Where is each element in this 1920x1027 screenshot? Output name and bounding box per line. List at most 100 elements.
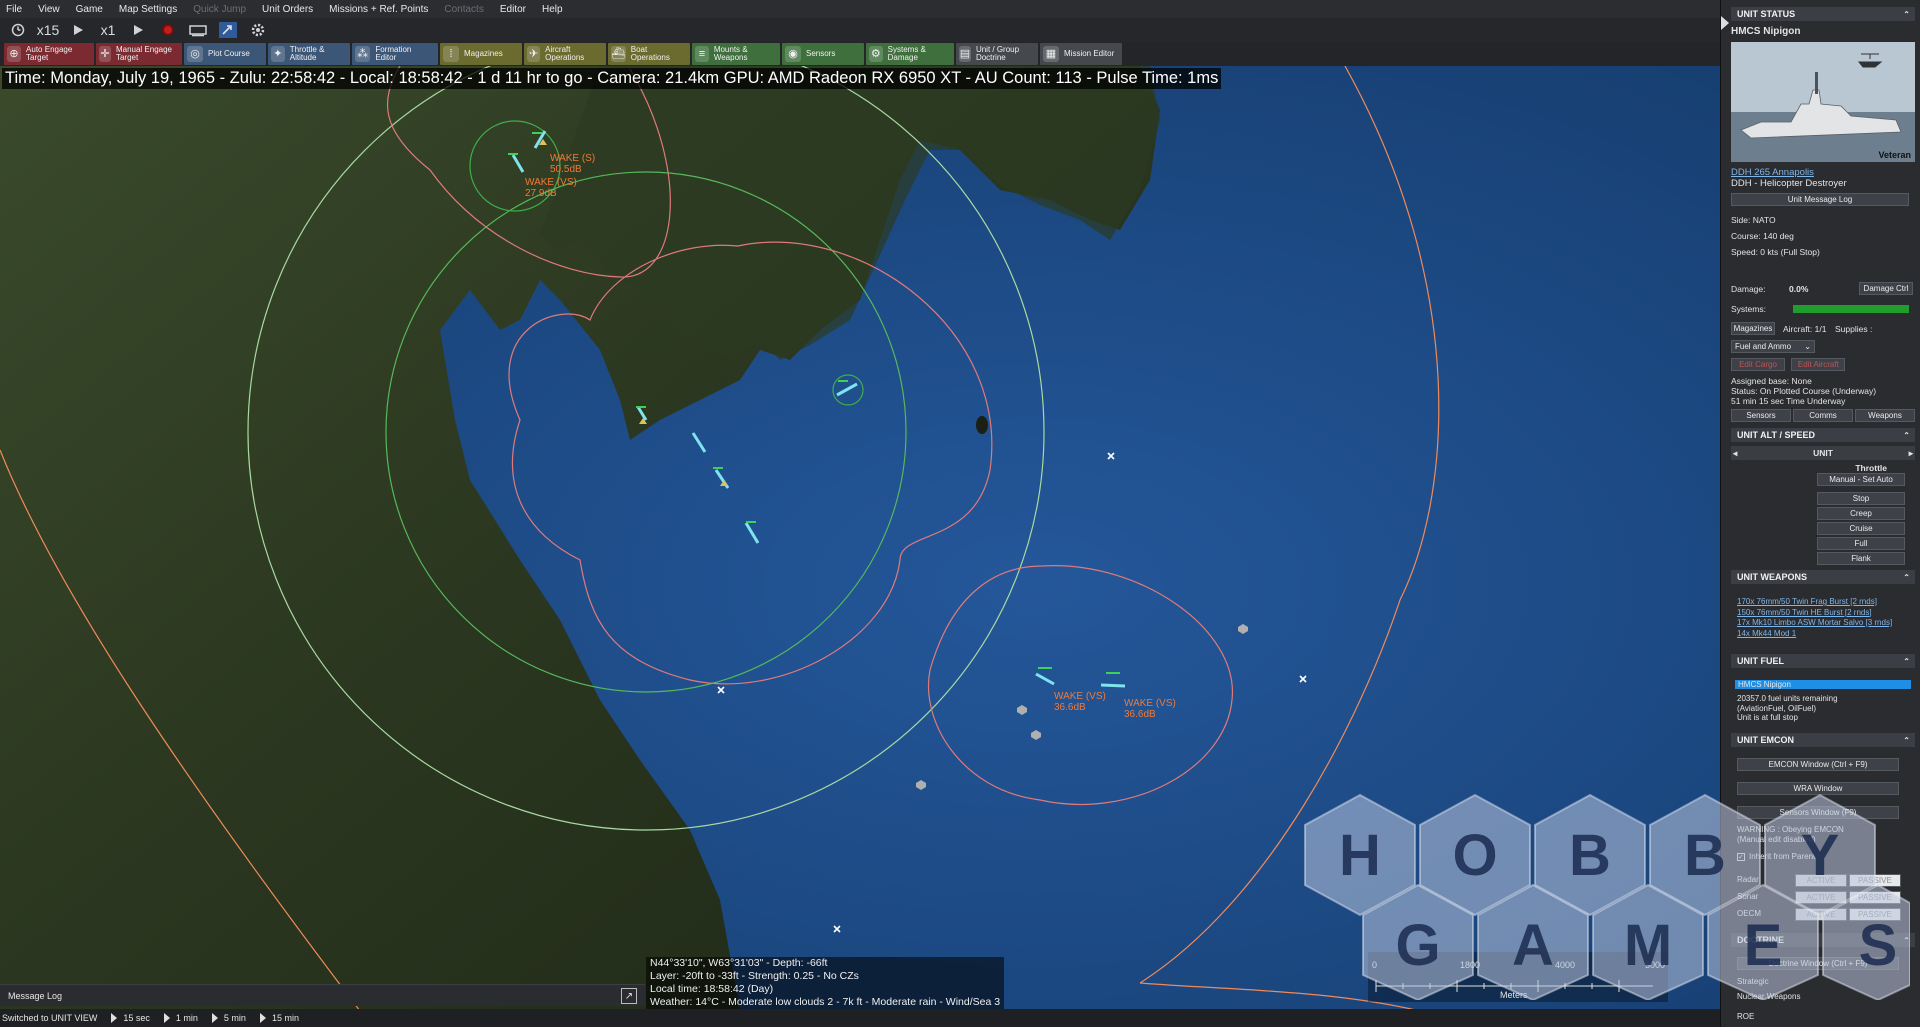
menu-editor[interactable]: Editor xyxy=(500,4,526,15)
weapon-entry[interactable]: 150x 76mm/50 Twin HE Burst [2 rnds] xyxy=(1737,608,1915,619)
map-scale-bar: 0 1800 4000 5000 Meters xyxy=(1368,952,1668,1002)
auto-engage-button[interactable]: ⊕ Auto Engage Target xyxy=(4,43,94,65)
supplies-select[interactable]: Fuel and Ammo ⌄ xyxy=(1731,340,1815,353)
play-icon xyxy=(211,1013,218,1024)
step-play-icon[interactable] xyxy=(126,20,150,40)
plot-course-button[interactable]: ◎ Plot Course xyxy=(184,43,266,65)
doctrine-header[interactable]: DOCTRINE ⌃ xyxy=(1731,933,1915,947)
menu-game[interactable]: Game xyxy=(76,4,103,15)
weapon-entry[interactable]: 17x Mk10 Limbo ASW Mortar Salvo [3 rnds] xyxy=(1737,618,1915,629)
magazines-row: Magazines Aircraft: 1/1 Supplies : xyxy=(1731,322,1915,335)
view-status: Switched to UNIT VIEW xyxy=(2,1013,98,1023)
sensors-window-button[interactable]: Sensors Window (F9) xyxy=(1737,806,1899,819)
emcon-window-button[interactable]: EMCON Window (Ctrl + F9) xyxy=(1737,758,1899,771)
emcon-table: Radar ACTIVE PASSIVE Sonar ACTIVE PASSIV… xyxy=(1737,874,1913,925)
mounts-weapons-button[interactable]: ≡ Mounts & Weapons xyxy=(692,43,780,65)
scale-tick-label: 5000 xyxy=(1645,960,1666,970)
oecm-active-toggle[interactable]: ACTIVE xyxy=(1795,908,1847,921)
systems-damage-button[interactable]: ⚙ Systems & Damage xyxy=(866,43,954,65)
chevron-right-icon[interactable]: ▸ xyxy=(1909,446,1913,460)
time-step-15min[interactable]: 15 min xyxy=(259,1013,299,1024)
expand-icon[interactable]: ↗ xyxy=(621,988,637,1004)
weapon-entry[interactable]: 14x Mk44 Mod 1 xyxy=(1737,629,1915,640)
time-step-15sec[interactable]: 15 sec xyxy=(111,1013,150,1024)
app-window: File View Game Map Settings Quick Jump U… xyxy=(0,0,1920,1027)
aircraft-operations-button[interactable]: ✈ Aircraft Operations xyxy=(524,43,606,65)
inherit-row: ✓ Inherit from Parent xyxy=(1737,852,1816,861)
tab-sensors[interactable]: Sensors xyxy=(1731,409,1791,422)
sonar-active-toggle[interactable]: ACTIVE xyxy=(1795,891,1847,904)
doctrine-window-button[interactable]: Doctrine Window (Ctrl + F9) xyxy=(1737,957,1899,970)
weapon-entry[interactable]: 170x 76mm/50 Twin Frag Burst [2 rnds] xyxy=(1737,597,1915,608)
throttle-creep-button[interactable]: Creep xyxy=(1817,507,1905,520)
tactical-map[interactable]: WAKE (S) 50.5dB WAKE (VS) 27.9dB WAKE (V… xyxy=(0,66,1720,1011)
compression-fast-label[interactable]: x15 xyxy=(36,20,60,40)
menu-unit-orders[interactable]: Unit Orders xyxy=(262,4,313,15)
menu-map-settings[interactable]: Map Settings xyxy=(119,4,177,15)
unit-message-log-button[interactable]: Unit Message Log xyxy=(1731,193,1909,206)
throttle-full-button[interactable]: Full xyxy=(1817,537,1905,550)
chevron-left-icon[interactable]: ◂ xyxy=(1733,446,1737,460)
boat-operations-button[interactable]: ⛴ Boat Operations xyxy=(608,43,690,65)
sensors-button[interactable]: ◉ Sensors xyxy=(782,43,864,65)
collapse-icon[interactable]: ⌃ xyxy=(1903,431,1910,440)
formation-editor-button[interactable]: ⁂ Formation Editor xyxy=(352,43,438,65)
collapse-icon[interactable]: ⌃ xyxy=(1903,936,1910,945)
alt-speed-header[interactable]: UNIT ALT / SPEED ⌃ xyxy=(1731,428,1915,442)
play-icon[interactable] xyxy=(66,20,90,40)
menu-contacts: Contacts xyxy=(444,3,484,15)
unit-symbol[interactable] xyxy=(1100,683,1126,688)
tab-comms[interactable]: Comms xyxy=(1793,409,1853,422)
unit-class-link[interactable]: DDH 265 Annapolis xyxy=(1731,167,1915,178)
waypoint-arrow-icon[interactable] xyxy=(216,20,240,40)
doctrine-window-row: Doctrine Window (Ctrl + F9) xyxy=(1737,957,1920,970)
radar-passive-toggle[interactable]: PASSIVE xyxy=(1849,874,1901,887)
alt-unit-selector[interactable]: ◂ UNIT ▸ xyxy=(1731,446,1915,460)
emcon-header[interactable]: UNIT EMCON ⌃ xyxy=(1731,733,1915,747)
damage-control-button[interactable]: Damage Ctrl xyxy=(1859,282,1913,295)
menu-missions[interactable]: Missions + Ref. Points xyxy=(329,4,428,15)
menu-help[interactable]: Help xyxy=(542,4,563,15)
menu-file[interactable]: File xyxy=(6,4,22,15)
throttle-cruise-button[interactable]: Cruise xyxy=(1817,522,1905,535)
time-step-5min[interactable]: 5 min xyxy=(211,1013,246,1024)
doctrine-button[interactable]: ▤ Unit / Group Doctrine xyxy=(956,43,1038,65)
wra-window-button[interactable]: WRA Window xyxy=(1737,782,1899,795)
collapse-icon[interactable]: ⌃ xyxy=(1903,10,1910,19)
tab-weapons[interactable]: Weapons xyxy=(1855,409,1915,422)
throttle-flank-button[interactable]: Flank xyxy=(1817,552,1905,565)
sonar-passive-toggle[interactable]: PASSIVE xyxy=(1849,891,1901,904)
collapse-icon[interactable]: ⌃ xyxy=(1903,573,1910,582)
clock-icon[interactable] xyxy=(6,20,30,40)
scale-tick-label: 0 xyxy=(1372,960,1378,970)
manual-engage-button[interactable]: ✛ Manual Engage Target xyxy=(96,43,182,65)
collapse-icon[interactable]: ⌃ xyxy=(1903,736,1910,745)
time-step-1min[interactable]: 1 min xyxy=(163,1013,198,1024)
message-log[interactable]: Message Log ↗ xyxy=(0,984,645,1006)
collapse-icon[interactable]: ⌃ xyxy=(1903,657,1910,666)
edit-cargo-button[interactable]: Edit Cargo xyxy=(1731,358,1785,371)
fuel-unit-bar[interactable]: HMCS Nipigon xyxy=(1735,680,1911,689)
throttle-mode-button[interactable]: Manual - Set Auto xyxy=(1817,473,1905,486)
unit-status-header[interactable]: UNIT STATUS ⌃ xyxy=(1731,7,1915,21)
menu-view[interactable]: View xyxy=(38,4,60,15)
throttle-altitude-button[interactable]: ✦ Throttle & Altitude xyxy=(268,43,350,65)
magazines-panel-button[interactable]: Magazines xyxy=(1731,322,1775,335)
weapons-header[interactable]: UNIT WEAPONS ⌃ xyxy=(1731,570,1915,584)
throttle-stop-button[interactable]: Stop xyxy=(1817,492,1905,505)
unit-view-icon[interactable] xyxy=(186,20,210,40)
edit-aircraft-button[interactable]: Edit Aircraft xyxy=(1791,358,1846,371)
proficiency-label: Veteran xyxy=(1878,150,1911,160)
fuel-header[interactable]: UNIT FUEL ⌃ xyxy=(1731,654,1915,668)
radar-active-toggle[interactable]: ACTIVE xyxy=(1795,874,1847,887)
cargo-row: Edit Cargo Edit Aircraft xyxy=(1731,358,1915,371)
compression-normal-label[interactable]: x1 xyxy=(96,20,120,40)
gear-icon[interactable] xyxy=(246,20,270,40)
inherit-checkbox[interactable]: ✓ xyxy=(1737,852,1745,861)
map-canvas[interactable] xyxy=(0,66,1720,1011)
oecm-passive-toggle[interactable]: PASSIVE xyxy=(1849,908,1901,921)
record-icon[interactable] xyxy=(156,20,180,40)
collapse-panel-icon[interactable] xyxy=(1721,16,1729,30)
mission-editor-button[interactable]: ▦ Mission Editor xyxy=(1040,43,1122,65)
magazines-button[interactable]: ⁞ Magazines xyxy=(440,43,522,65)
